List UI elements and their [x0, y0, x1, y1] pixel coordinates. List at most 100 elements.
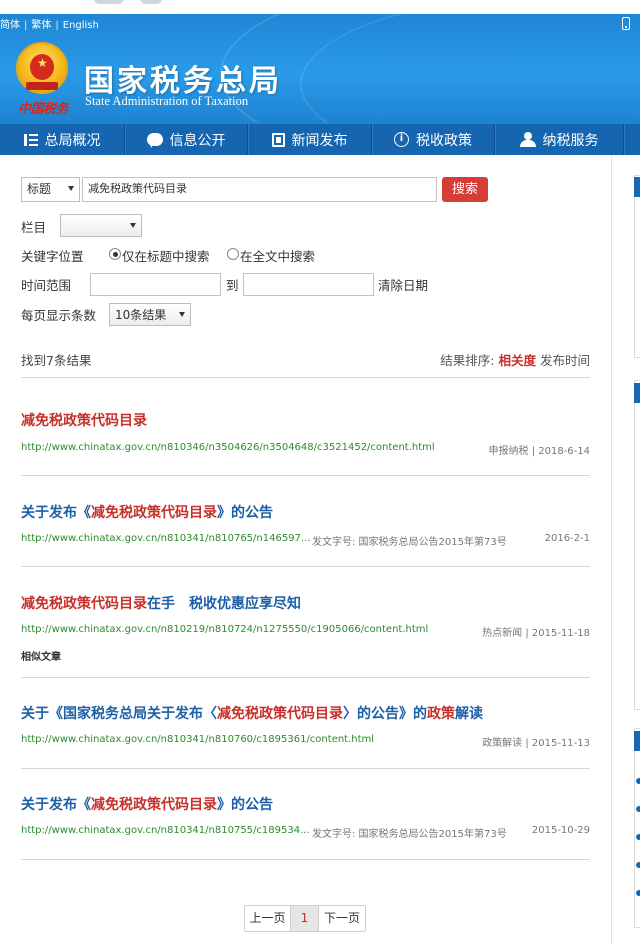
keyword-position-label: 关键字位置 [21, 249, 84, 264]
lang-simplified-link[interactable]: 简体 [0, 20, 20, 31]
sidebar-bullet-icon[interactable] [636, 834, 640, 840]
result-url[interactable]: http://www.chinatax.gov.cn/n810219/n8107… [21, 624, 428, 635]
language-switcher: 简体 | 繁体 | English [0, 20, 99, 31]
result-date: 2015-10-29 [531, 825, 590, 836]
highlighted-keyword: 减免税政策代码目录 [91, 505, 217, 521]
info-icon: i [394, 132, 409, 147]
result-category-date: 政策解读 | 2015-11-13 [482, 738, 590, 749]
highlighted-keyword: 减免税政策代码目录 [217, 706, 343, 722]
title-text: 关于发布《 [21, 505, 91, 521]
result-item: 关于发布《减免税政策代码目录》的公告 http://www.chinatax.g… [21, 769, 590, 860]
result-date: 2016-2-1 [544, 533, 590, 544]
sort-options: 结果排序: 相关度 发布时间 [440, 350, 590, 369]
highlighted-keyword: 政策 [427, 706, 455, 722]
per-page-select[interactable]: 10条结果 [109, 303, 191, 326]
sidebar-bullet-icon[interactable] [636, 806, 640, 812]
mobile-phone-icon[interactable] [622, 17, 630, 30]
result-url[interactable]: http://www.chinatax.gov.cn/n810341/n8107… [21, 533, 310, 544]
nav-divider [623, 124, 624, 155]
radio-title-only[interactable] [109, 248, 121, 260]
result-title[interactable]: 关于《国家税务总局关于发布〈减免税政策代码目录〉的公告》的政策解读 [21, 703, 483, 723]
date-start-input[interactable] [90, 273, 221, 296]
nav-item-label: 总局概况 [44, 132, 101, 149]
sidebar-bullet-icon[interactable] [636, 778, 640, 784]
sidebar-panel-tab[interactable] [634, 383, 640, 403]
emblem-base [26, 82, 58, 90]
nav-item-label: 信息公开 [169, 132, 226, 149]
result-item: 关于发布《减免税政策代码目录》的公告 http://www.chinatax.g… [21, 476, 590, 567]
prev-page-button[interactable]: 上一页 [245, 906, 291, 931]
title-text: 关于《国家税务总局关于发布〈 [21, 706, 217, 722]
clear-date-link[interactable]: 清除日期 [378, 275, 428, 294]
emblem-star-icon: ★ [37, 56, 48, 70]
nav-item-label: 纳税服务 [542, 132, 599, 149]
next-page-button[interactable]: 下一页 [319, 906, 365, 931]
result-url[interactable]: http://www.chinatax.gov.cn/n810341/n8107… [21, 734, 374, 745]
national-emblem-logo: ★ [16, 42, 68, 94]
date-end-input[interactable] [243, 273, 374, 296]
date-range-label: 时间范围 [21, 278, 72, 293]
column-select[interactable] [60, 214, 142, 237]
sort-label: 结果排序: [440, 353, 495, 368]
sidebar-panel [634, 728, 640, 928]
title-text: 关于发布《 [21, 797, 91, 813]
result-item: 减免税政策代码目录在手 税收优惠应享尽知 http://www.chinatax… [21, 567, 590, 678]
result-item: 关于《国家税务总局关于发布〈减免税政策代码目录〉的公告》的政策解读 http:/… [21, 678, 590, 769]
highlighted-keyword: 减免税政策代码目录 [21, 413, 147, 429]
highlighted-keyword: 减免税政策代码目录 [91, 797, 217, 813]
similar-articles-link[interactable]: 相似文章 [21, 648, 61, 663]
date-to-label: 到 [226, 278, 239, 293]
sidebar-panel [634, 380, 640, 710]
status-bar-fragment [140, 0, 162, 4]
sidebar-panel-tab[interactable] [634, 731, 640, 751]
radio-title-only-label[interactable]: 仅在标题中搜索 [122, 246, 210, 265]
sidebar-panel [634, 175, 640, 358]
nav-item-tax-policy[interactable]: i 税收政策 [372, 124, 494, 155]
nav-item-taxpayer-service[interactable]: 纳税服务 [495, 124, 623, 155]
nav-item-overview[interactable]: 总局概况 [0, 124, 124, 155]
radio-fulltext-label[interactable]: 在全文中搜索 [240, 246, 315, 265]
lang-english-link[interactable]: English [63, 20, 99, 31]
result-count: 找到7条结果 [21, 353, 92, 368]
result-category-date: 申报纳税 | 2018-6-14 [488, 446, 590, 457]
result-title[interactable]: 减免税政策代码目录在手 税收优惠应享尽知 [21, 593, 301, 613]
result-category-date: 热点新闻 | 2015-11-18 [482, 628, 590, 639]
chat-bubble-icon [146, 133, 163, 148]
site-header: 简体 | 繁体 | English ★ 中国税务 国家税务总局 State Admini… [0, 14, 640, 123]
result-title[interactable]: 关于发布《减免税政策代码目录》的公告 [21, 794, 273, 814]
sort-by-relevance[interactable]: 相关度 [498, 353, 536, 368]
title-text: 解读 [455, 706, 483, 722]
status-bar-fragment [94, 0, 124, 4]
title-text: 在手 税收优惠应享尽知 [147, 596, 301, 612]
search-input[interactable]: 减免税政策代码目录 [82, 177, 437, 202]
results-summary: 找到7条结果 结果排序: 相关度 发布时间 [21, 350, 590, 378]
menu-list-icon [23, 133, 38, 146]
result-title[interactable]: 减免税政策代码目录 [21, 410, 147, 430]
result-url[interactable]: http://www.chinatax.gov.cn/n810341/n8107… [21, 825, 310, 836]
right-sidebar [611, 155, 640, 944]
result-title[interactable]: 关于发布《减免税政策代码目录》的公告 [21, 502, 273, 522]
nav-item-label: 税收政策 [416, 132, 472, 149]
current-page[interactable]: 1 [291, 906, 319, 931]
user-icon [519, 132, 536, 147]
result-url[interactable]: http://www.chinatax.gov.cn/n810346/n3504… [21, 442, 435, 453]
nav-item-news[interactable]: 新闻发布 [248, 124, 371, 155]
sort-by-date[interactable]: 发布时间 [540, 353, 590, 368]
search-button[interactable]: 搜索 [442, 177, 488, 202]
radio-fulltext[interactable] [227, 248, 239, 260]
search-field-select[interactable]: 标题 [21, 177, 80, 202]
sidebar-bullet-icon[interactable] [636, 890, 640, 896]
nav-item-info-disclosure[interactable]: 信息公开 [125, 124, 247, 155]
sidebar-panel-tab[interactable] [634, 177, 640, 197]
result-doc-number: 发文字号: 国家税务总局公告2015年第73号 [312, 829, 507, 840]
title-text: 〉的公告》的 [343, 706, 427, 722]
main-nav: 总局概况 信息公开 新闻发布 i 税收政策 纳税服务 [0, 123, 640, 155]
chevron-down-icon [179, 312, 185, 317]
sidebar-bullet-icon[interactable] [636, 862, 640, 868]
nav-item-label: 新闻发布 [291, 132, 348, 149]
status-bar [0, 0, 640, 14]
search-field-select-value: 标题 [27, 182, 52, 196]
per-page-select-value: 10条结果 [115, 308, 167, 322]
header-decoration [300, 14, 640, 123]
lang-traditional-link[interactable]: 繁体 [31, 20, 51, 31]
